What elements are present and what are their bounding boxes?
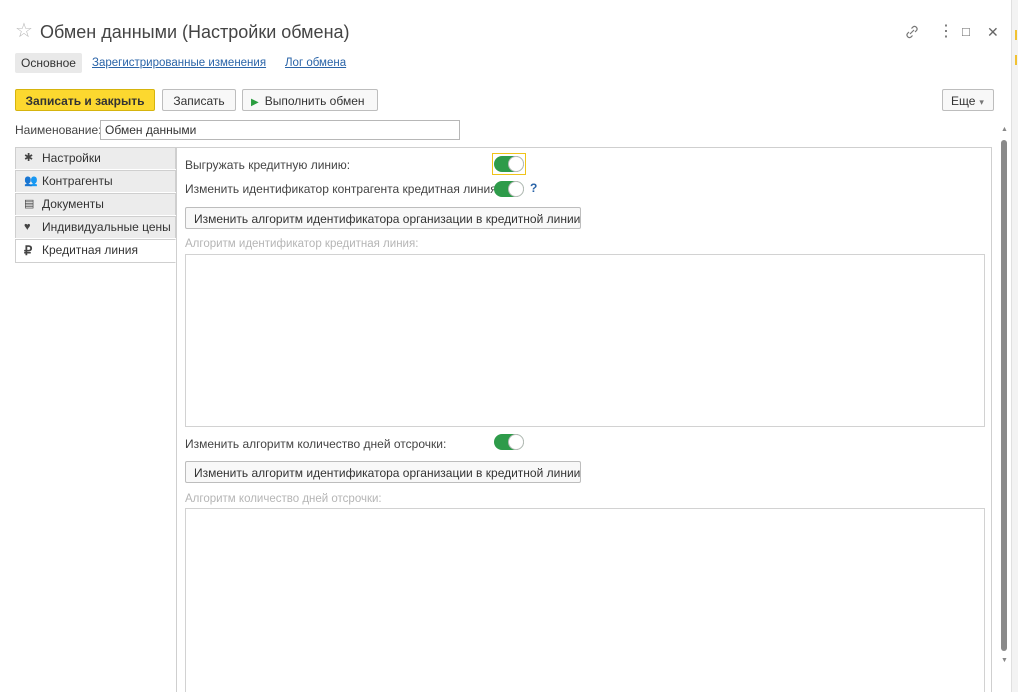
- document-icon: ▤: [24, 198, 35, 210]
- run-exchange-label: Выполнить обмен: [264, 94, 365, 108]
- more-options-icon[interactable]: ⋮: [938, 20, 954, 44]
- side-tab-settings[interactable]: ✱ Настройки: [15, 147, 176, 169]
- help-icon[interactable]: ?: [530, 181, 537, 195]
- run-exchange-button[interactable]: ▶ Выполнить обмен: [242, 89, 378, 111]
- gear-icon: ✱: [24, 152, 34, 164]
- side-tab-label: Настройки: [42, 151, 101, 165]
- save-and-close-button[interactable]: Записать и закрыть: [15, 89, 155, 111]
- side-tab-label: Документы: [42, 197, 104, 211]
- favorite-star-icon[interactable]: ☆: [15, 19, 33, 43]
- name-input[interactable]: Обмен данными: [100, 120, 460, 140]
- change-algorithm-button-2[interactable]: Изменить алгоритм идентификатора организ…: [185, 461, 581, 483]
- more-label: Еще: [951, 94, 976, 108]
- export-credit-line-label: Выгружать кредитную линию:: [185, 158, 351, 172]
- scroll-down-icon[interactable]: ▼: [1001, 657, 1008, 664]
- chevron-down-icon: ▾: [979, 97, 984, 107]
- maximize-icon[interactable]: □: [962, 20, 970, 44]
- scrollbar-thumb[interactable]: [1001, 140, 1007, 651]
- export-credit-line-toggle[interactable]: [494, 156, 524, 172]
- side-tab-credit-line[interactable]: ₽ Кредитная линия: [15, 239, 176, 263]
- change-days-toggle[interactable]: [494, 434, 524, 450]
- side-strip: [1011, 0, 1018, 692]
- heart-icon: ♥: [24, 221, 31, 233]
- tab-main[interactable]: Основное: [15, 53, 82, 73]
- name-label: Наименование:: [15, 123, 102, 137]
- more-button[interactable]: Еще ▾: [942, 89, 994, 111]
- ruble-icon: ₽: [24, 243, 33, 258]
- side-tab-label: Кредитная линия: [42, 243, 138, 257]
- window-title: Обмен данными (Настройки обмена): [40, 22, 350, 42]
- side-tab-label: Контрагенты: [42, 174, 113, 188]
- side-tab-counterparties[interactable]: 👥 Контрагенты: [15, 170, 176, 192]
- side-tab-label: Индивидуальные цены: [42, 220, 171, 234]
- change-days-label: Изменить алгоритм количество дней отсроч…: [185, 437, 447, 451]
- users-icon: 👥: [24, 175, 38, 187]
- algorithm-days-caption: Алгоритм количество дней отсрочки:: [185, 493, 382, 505]
- save-button[interactable]: Записать: [162, 89, 236, 111]
- close-icon[interactable]: ✕: [987, 20, 999, 44]
- change-id-toggle[interactable]: [494, 181, 524, 197]
- side-tab-documents[interactable]: ▤ Документы: [15, 193, 176, 215]
- side-tab-individual-prices[interactable]: ♥ Индивидуальные цены: [15, 216, 176, 238]
- play-icon: ▶: [251, 97, 259, 108]
- change-id-label: Изменить идентификатор контрагента креди…: [185, 182, 501, 196]
- scroll-up-icon[interactable]: ▲: [1001, 126, 1008, 133]
- export-credit-line-toggle-frame: [492, 153, 526, 175]
- link-icon[interactable]: [905, 20, 919, 47]
- tab-registered-changes[interactable]: Зарегистрированные изменения: [92, 53, 266, 73]
- tab-exchange-log[interactable]: Лог обмена: [285, 53, 346, 73]
- algorithm-days-textarea[interactable]: [185, 508, 985, 692]
- algorithm-id-caption: Алгоритм идентификатор кредитная линия:: [185, 238, 419, 250]
- change-algorithm-button-1[interactable]: Изменить алгоритм идентификатора организ…: [185, 207, 581, 229]
- algorithm-id-textarea[interactable]: [185, 254, 985, 427]
